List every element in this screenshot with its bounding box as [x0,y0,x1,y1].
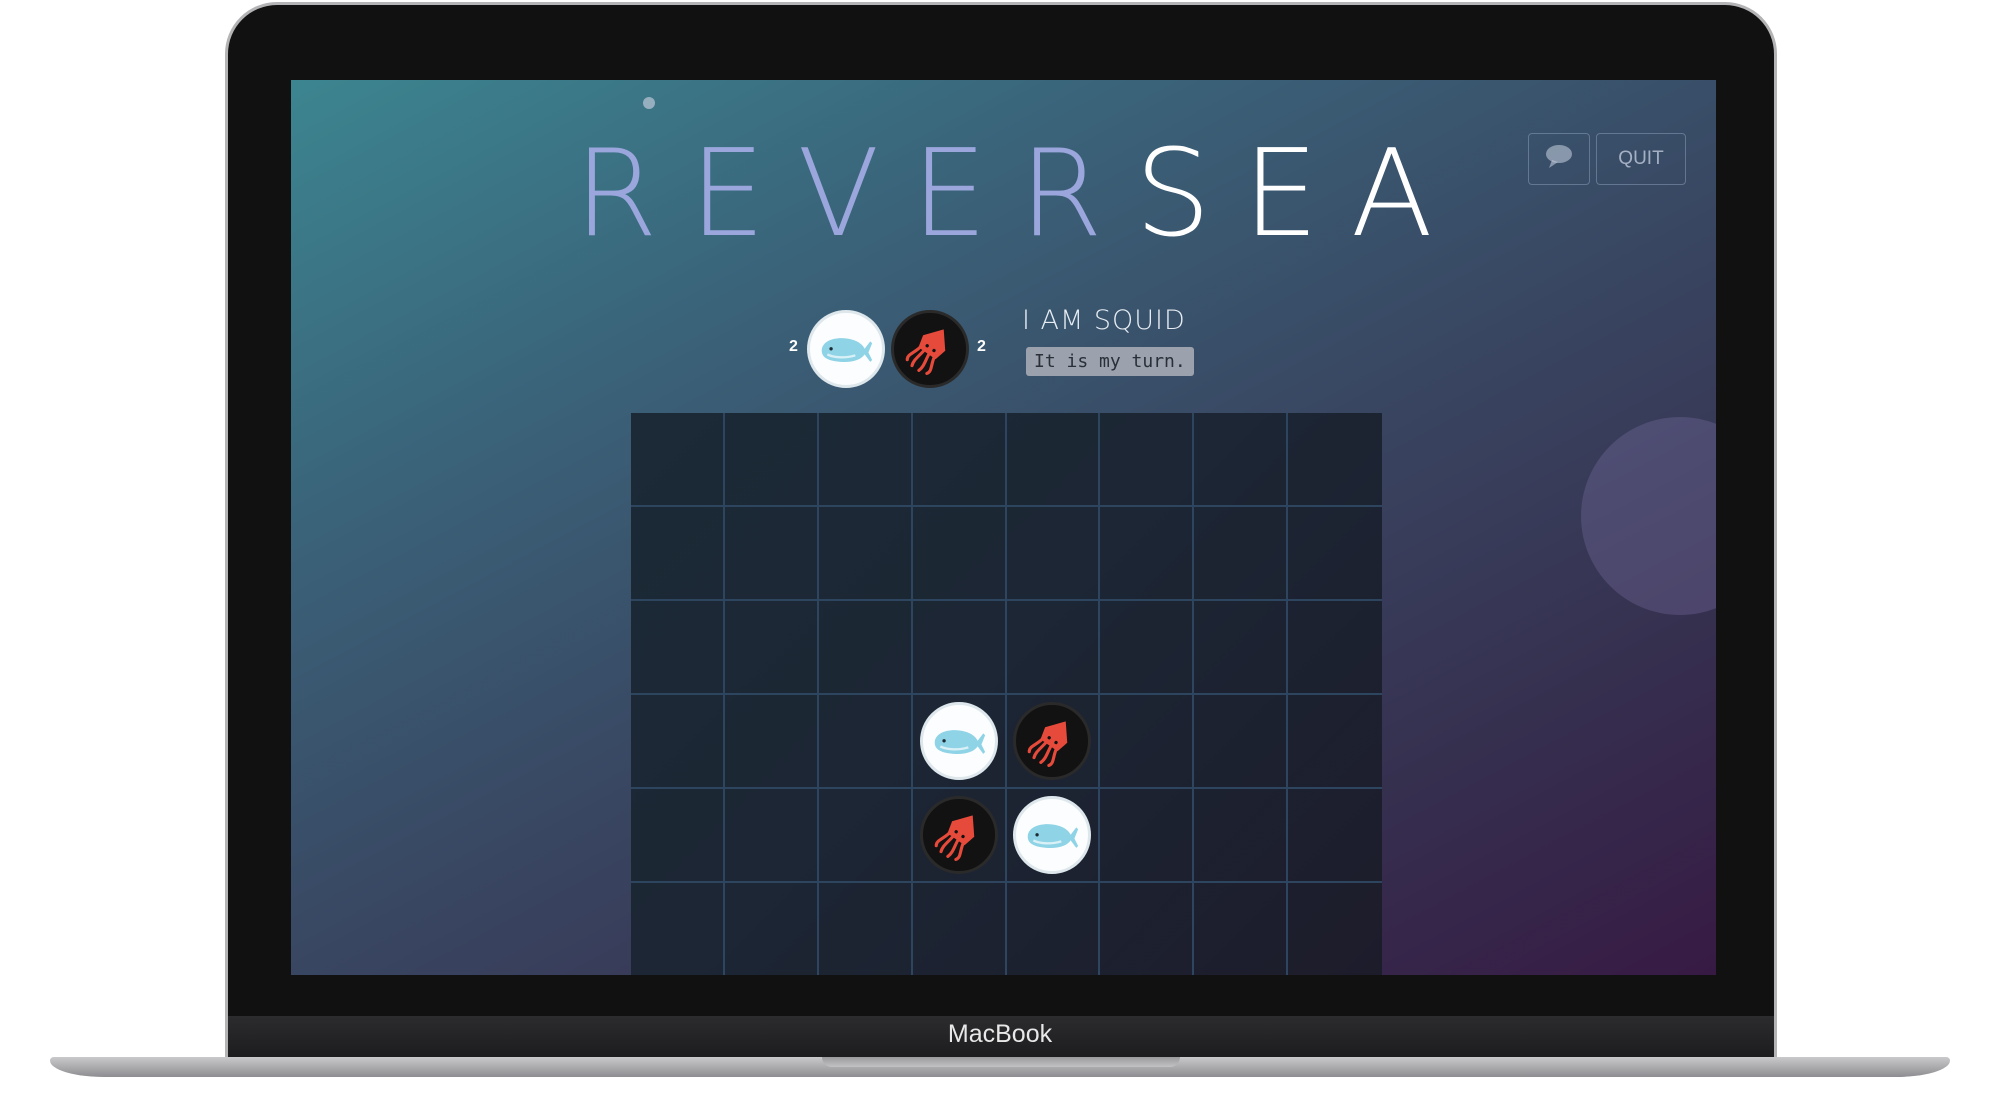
board-cell[interactable] [818,789,913,883]
board-cell[interactable] [631,789,725,883]
board-cell[interactable] [1100,695,1195,789]
board-cell[interactable] [1100,883,1195,975]
board-cell[interactable] [912,413,1007,507]
board-cell[interactable] [818,507,913,601]
board-cell[interactable] [818,413,913,507]
board-cell[interactable] [1194,601,1289,695]
whale-piece [1013,796,1092,874]
board-cell[interactable] [1006,413,1101,507]
board-cell[interactable] [1288,413,1382,507]
board-cell[interactable] [1194,413,1289,507]
board-cell[interactable] [1100,413,1195,507]
board-cell[interactable] [1100,507,1195,601]
board-cell[interactable] [631,413,725,507]
board-cell[interactable] [819,883,913,975]
app-title: REVERSEA [291,120,1716,270]
board-cell[interactable] [1288,601,1382,695]
device-label: MacBook [947,1020,1053,1048]
board-cell[interactable] [1288,789,1382,883]
squid-piece [919,796,998,874]
squid-icon [933,809,985,861]
board-cell[interactable] [1006,695,1101,789]
decorative-dot [643,97,655,109]
board-cell[interactable] [1288,507,1382,601]
laptop-notch [822,1057,1180,1067]
board-cell[interactable] [1100,789,1195,883]
squid-icon [904,323,956,375]
whale-score: 2 [789,338,798,355]
board-cell[interactable] [1194,789,1289,883]
board-cell[interactable] [912,601,1007,695]
board-cell[interactable] [1194,507,1289,601]
board-cell[interactable] [631,695,725,789]
player-name: I AM SQUID [1022,305,1186,336]
squid-piece [1013,702,1092,780]
board-cell[interactable] [912,507,1007,601]
speech-bubble-icon [1544,143,1574,175]
board-cell[interactable] [724,789,819,883]
board-cell[interactable] [631,507,725,601]
board-cell[interactable] [725,883,819,975]
board-cell[interactable] [818,695,913,789]
board-cell[interactable] [1100,601,1195,695]
title-prefix: REVER [574,125,1135,264]
game-board [631,413,1382,975]
decorative-circle [1581,417,1716,615]
whale-piece [919,702,998,780]
quit-button[interactable]: QUIT [1596,133,1686,185]
whale-icon [818,332,874,366]
board-cell[interactable] [1288,883,1382,975]
board-cell[interactable] [631,883,725,975]
board-cell[interactable] [818,601,913,695]
squid-icon [1026,715,1078,767]
board-cell[interactable] [913,883,1007,975]
whale-score-chip [807,310,885,388]
whale-icon [1024,818,1080,852]
board-cell[interactable] [1007,883,1101,975]
board-cell[interactable] [724,601,819,695]
board-cell[interactable] [912,789,1007,883]
board-cell[interactable] [724,507,819,601]
chat-button[interactable] [1528,133,1590,185]
board-cell[interactable] [724,695,819,789]
board-cell[interactable] [1288,695,1382,789]
board-cell[interactable] [1006,507,1101,601]
game-screen: REVERSEA QUIT 2 2 I AM SQUID It is my tu… [291,80,1716,975]
board-cell[interactable] [631,601,725,695]
board-cell[interactable] [1006,601,1101,695]
board-cell[interactable] [724,413,819,507]
title-suffix: SEA [1134,125,1465,264]
board-cell[interactable] [1194,695,1289,789]
board-cell[interactable] [912,695,1007,789]
whale-icon [931,724,987,758]
board-cell[interactable] [1006,789,1101,883]
turn-status-badge: It is my turn. [1026,347,1194,376]
squid-score-chip [891,310,969,388]
board-cell[interactable] [1194,883,1289,975]
squid-score: 2 [977,338,986,355]
